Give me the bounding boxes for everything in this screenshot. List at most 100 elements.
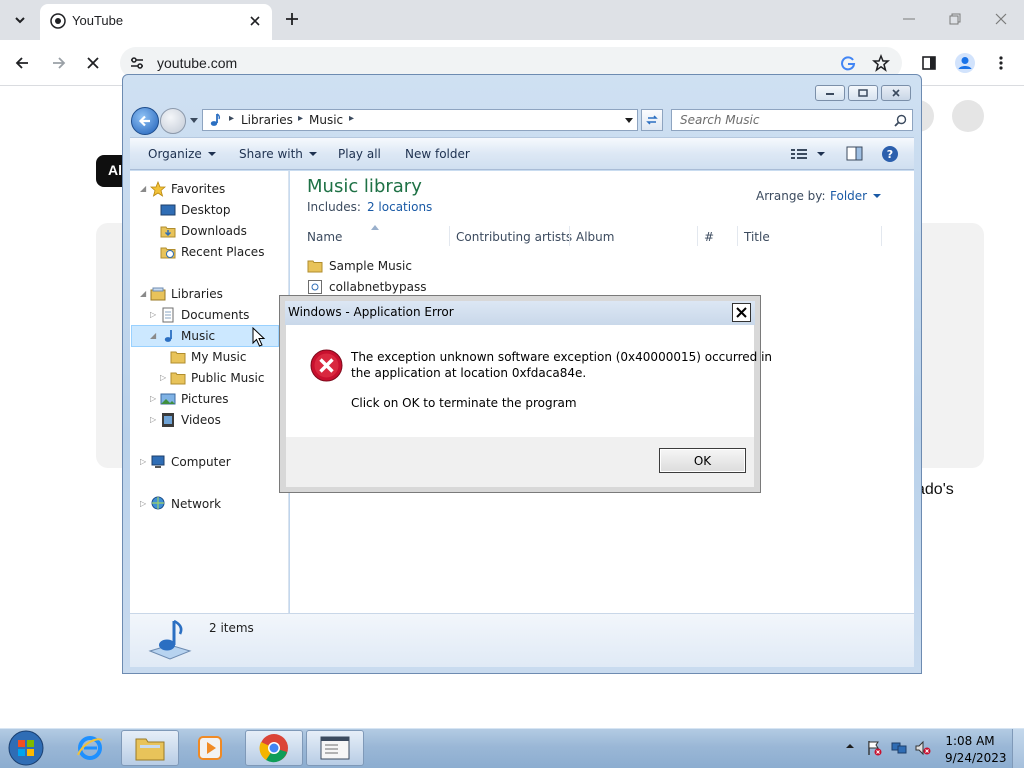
column-divider[interactable] (569, 226, 570, 246)
column-divider[interactable] (737, 226, 738, 246)
clock-time[interactable]: 1:08 AM (945, 734, 995, 748)
browser-menu-button[interactable] (988, 50, 1014, 76)
collapsed-arrow-icon[interactable]: ▷ (140, 457, 146, 466)
stop-loading-button[interactable] (80, 50, 106, 76)
nav-desktop[interactable]: Desktop (160, 200, 231, 220)
organize-label: Organize (148, 147, 202, 161)
restore-icon[interactable] (944, 8, 966, 30)
nav-label: Public Music (191, 371, 265, 385)
tune-icon[interactable] (129, 55, 145, 71)
explorer-forward-button[interactable] (160, 108, 186, 134)
arrange-by-dropdown[interactable]: Folder (830, 189, 882, 203)
organize-button[interactable]: Organize (148, 147, 216, 161)
change-view-icon[interactable] (791, 148, 807, 160)
help-icon[interactable]: ? (881, 145, 899, 163)
close-icon[interactable] (246, 12, 264, 30)
google-lens-icon[interactable] (840, 55, 856, 71)
column-header-contributing-artists[interactable]: Contributing artists (456, 230, 572, 244)
minimize-icon[interactable] (898, 8, 920, 30)
nav-my-music[interactable]: My Music (170, 347, 246, 367)
show-desktop-button[interactable] (1012, 729, 1024, 768)
address-dropdown-icon[interactable] (624, 116, 634, 124)
collapsed-arrow-icon[interactable]: ▷ (150, 415, 156, 424)
ok-button[interactable]: OK (659, 448, 746, 473)
folder-icon (307, 258, 323, 274)
breadcrumb-separator-icon[interactable]: ▸ (298, 113, 303, 124)
nav-downloads[interactable]: Downloads (160, 221, 247, 241)
file-row[interactable]: Sample Music (307, 256, 412, 276)
side-panel-button[interactable] (916, 50, 942, 76)
explorer-minimize-button[interactable] (815, 85, 845, 101)
collapsed-arrow-icon[interactable]: ▷ (150, 394, 156, 403)
new-folder-button[interactable]: New folder (405, 147, 470, 161)
tab-youtube[interactable]: YouTube (40, 4, 272, 40)
breadcrumb-separator-icon[interactable]: ▸ (229, 113, 234, 124)
view-dropdown-icon[interactable] (817, 152, 825, 156)
nav-videos[interactable]: ▷ Videos (150, 410, 221, 430)
nav-pictures[interactable]: ▷ Pictures (150, 389, 229, 409)
nav-public-music[interactable]: ▷ Public Music (160, 368, 265, 388)
breadcrumb-music[interactable]: Music (309, 113, 343, 127)
column-header-name[interactable]: Name (307, 230, 342, 244)
expanded-arrow-icon[interactable]: ◢ (140, 184, 146, 193)
expanded-arrow-icon[interactable]: ◢ (150, 331, 156, 340)
explorer-search-box[interactable]: Search Music (671, 109, 913, 131)
column-divider[interactable] (881, 226, 882, 246)
nav-libraries[interactable]: ◢ Libraries (140, 284, 223, 304)
internet-explorer-icon (77, 736, 103, 760)
taskbar-media-player[interactable] (181, 730, 239, 766)
libraries-icon (150, 286, 166, 302)
back-button[interactable] (9, 50, 35, 76)
refresh-button[interactable] (641, 109, 663, 131)
nav-computer[interactable]: ▷ Computer (140, 452, 231, 472)
recent-pages-dropdown-icon[interactable] (188, 114, 200, 126)
breadcrumb-libraries[interactable]: Libraries (241, 113, 293, 127)
nav-network[interactable]: ▷ Network (140, 494, 221, 514)
taskbar-file-explorer[interactable] (121, 730, 179, 766)
column-header-number[interactable]: # (704, 230, 714, 244)
taskbar-app-window[interactable] (306, 730, 364, 766)
includes-label: Includes: (307, 200, 361, 214)
tab-search-button[interactable] (6, 6, 34, 34)
star-icon[interactable] (872, 54, 890, 72)
taskbar-internet-explorer[interactable] (61, 730, 119, 766)
locations-link[interactable]: 2 locations (367, 200, 432, 214)
volume-muted-icon[interactable] (915, 740, 931, 756)
error-icon (310, 349, 343, 382)
explorer-close-button[interactable] (881, 85, 911, 101)
show-hidden-icons-icon[interactable] (844, 740, 856, 752)
clock-date[interactable]: 9/24/2023 (945, 751, 1007, 765)
error-dialog-close-button[interactable] (732, 303, 751, 322)
nav-favorites[interactable]: ◢ Favorites (140, 179, 225, 199)
explorer-back-button[interactable] (131, 107, 159, 135)
explorer-restore-button[interactable] (848, 85, 878, 101)
network-tray-icon[interactable] (891, 740, 907, 756)
collapsed-arrow-icon[interactable]: ▷ (140, 499, 146, 508)
new-tab-button[interactable] (282, 9, 302, 29)
column-divider[interactable] (449, 226, 450, 246)
play-all-button[interactable]: Play all (338, 147, 381, 161)
forward-button[interactable] (46, 50, 72, 76)
taskbar-chrome[interactable] (245, 730, 303, 766)
file-row[interactable]: collabnetbypass (307, 277, 426, 297)
nav-documents[interactable]: ▷ Documents (150, 305, 249, 325)
nav-recent-places[interactable]: Recent Places (160, 242, 264, 262)
column-header-album[interactable]: Album (576, 230, 614, 244)
action-center-icon[interactable] (866, 740, 882, 756)
preview-pane-icon[interactable] (846, 146, 863, 161)
collapsed-arrow-icon[interactable]: ▷ (150, 310, 156, 319)
network-icon (150, 496, 166, 512)
explorer-address-bar[interactable]: ▸ Libraries ▸ Music ▸ (202, 109, 638, 131)
search-icon[interactable] (894, 114, 907, 127)
collapsed-arrow-icon[interactable]: ▷ (160, 373, 166, 382)
close-window-icon[interactable] (990, 8, 1012, 30)
breadcrumb-separator-icon[interactable]: ▸ (349, 113, 354, 124)
profile-button[interactable] (952, 50, 978, 76)
share-with-button[interactable]: Share with (239, 147, 317, 161)
start-button[interactable] (4, 729, 48, 767)
nav-music[interactable]: ◢ Music (150, 326, 215, 346)
column-divider[interactable] (697, 226, 698, 246)
column-header-title[interactable]: Title (744, 230, 770, 244)
library-includes: Includes: 2 locations (307, 200, 432, 214)
expanded-arrow-icon[interactable]: ◢ (140, 289, 146, 298)
